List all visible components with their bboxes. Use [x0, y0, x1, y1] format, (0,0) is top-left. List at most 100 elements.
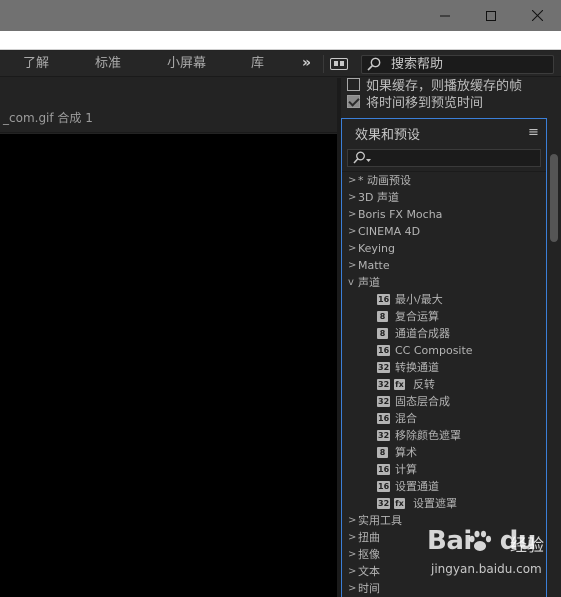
chevron-right-icon[interactable]: >	[348, 529, 356, 546]
effects-scrollbar-thumb[interactable]	[550, 154, 558, 242]
bit-depth-badge: 16	[377, 413, 391, 424]
tree-item-animation-presets[interactable]: > * 动画预设	[342, 172, 546, 189]
effect-item-label: 设置遮罩	[413, 497, 457, 510]
workspace-tab-standard[interactable]: 标准	[95, 51, 121, 77]
bit-depth-badge: 32	[377, 396, 391, 407]
tree-item-label: Keying	[358, 242, 395, 255]
tree-item-cinema-4d[interactable]: > CINEMA 4D	[342, 223, 546, 240]
bit-depth-badge: 16	[377, 294, 391, 305]
chevron-right-icon[interactable]: >	[348, 223, 356, 240]
chevron-right-icon[interactable]: >	[348, 546, 356, 563]
move-time-checkbox[interactable]	[347, 95, 360, 108]
chevron-right-icon[interactable]: >	[348, 563, 356, 580]
bit-depth-badge: 32	[377, 362, 391, 373]
hamburger-menu-icon[interactable]: ≡	[528, 125, 539, 140]
tree-item-channel[interactable]: v 声道	[342, 274, 546, 291]
minimize-button[interactable]	[422, 0, 468, 31]
tree-item-3d-channel[interactable]: >3D 声道	[342, 189, 546, 206]
effect-item-label: 复合运算	[395, 310, 439, 323]
composition-viewer[interactable]	[0, 134, 337, 597]
tree-item-boris-fx-mocha[interactable]: > Boris FX Mocha	[342, 206, 546, 223]
composition-tab[interactable]: _com.gif 合成 1	[3, 109, 93, 126]
workspace-bar: 了解 标准 小屏幕 库 » 搜索帮助	[0, 51, 561, 77]
bit-depth-badge: 32	[377, 430, 391, 441]
bit-depth-badge: 8	[377, 311, 388, 322]
tree-item-label: 文本	[358, 565, 380, 578]
effect-item-calculations[interactable]: 16 计算	[342, 461, 546, 478]
tree-item-label: 扭曲	[358, 531, 380, 544]
effect-fx-badge: fx	[394, 379, 405, 390]
baidu-paw-icon	[469, 530, 492, 551]
effect-item-label: 通道合成器	[395, 327, 450, 340]
effect-item-label: 转换通道	[395, 361, 439, 374]
bit-depth-badge: 16	[377, 464, 391, 475]
effect-item-invert[interactable]: 32 fx 反转	[342, 376, 546, 393]
tree-item-label: 抠像	[358, 548, 380, 561]
tree-item-label: 声道	[358, 276, 380, 289]
effect-item-shift-channels[interactable]: 32 转换通道	[342, 359, 546, 376]
effect-item-remove-color-matting[interactable]: 32 移除颜色遮罩	[342, 427, 546, 444]
effect-item-label: 反转	[413, 378, 435, 391]
effect-item-min-max[interactable]: 16 最小/最大	[342, 291, 546, 308]
bit-depth-badge: 16	[377, 481, 391, 492]
composition-panel-header: _com.gif 合成 1	[0, 78, 337, 133]
workspace-layout-icon[interactable]	[330, 58, 348, 70]
tree-item-label: * 动画预设	[358, 174, 411, 187]
effect-item-label: CC Composite	[395, 344, 473, 357]
baidu-jingyan-watermark: Bai du 经验 jingyan.baidu.com	[427, 526, 559, 584]
tree-item-matte[interactable]: > Matte	[342, 257, 546, 274]
effect-item-blend[interactable]: 16 混合	[342, 410, 546, 427]
bit-depth-badge: 32	[377, 379, 391, 390]
bit-depth-badge: 32	[377, 498, 391, 509]
bit-depth-badge: 16	[377, 345, 391, 356]
chevron-right-icon[interactable]: >	[348, 189, 356, 206]
effect-item-channel-combiner[interactable]: 8 通道合成器	[342, 325, 546, 342]
watermark-service: 经验	[510, 536, 544, 556]
effect-fx-badge: fx	[394, 498, 405, 509]
chevron-right-icon[interactable]: >	[348, 512, 356, 529]
effect-item-label: 计算	[395, 463, 417, 476]
search-dropdown-icon[interactable]	[353, 151, 373, 165]
more-workspaces-button[interactable]: »	[302, 51, 311, 77]
chevron-right-icon[interactable]: >	[348, 206, 356, 223]
effect-item-label: 设置通道	[395, 480, 439, 493]
tree-item-label: Matte	[358, 259, 390, 272]
search-icon	[367, 57, 381, 71]
tree-item-label: Boris FX Mocha	[358, 208, 443, 221]
chevron-down-icon[interactable]: v	[348, 274, 354, 291]
bit-depth-badge: 8	[377, 447, 388, 458]
effect-item-label: 算术	[395, 446, 417, 459]
cache-playback-checkbox[interactable]	[347, 78, 360, 91]
tree-item-label: 实用工具	[358, 514, 402, 527]
effect-item-cc-composite[interactable]: 16 CC Composite	[342, 342, 546, 359]
watermark-brand-part: Bai	[427, 526, 472, 556]
effect-item-label: 混合	[395, 412, 417, 425]
close-button[interactable]	[514, 0, 560, 31]
chevron-right-icon[interactable]: >	[348, 172, 356, 189]
chevron-right-icon[interactable]: >	[348, 240, 356, 257]
close-icon	[531, 10, 543, 21]
effect-item-compound-arithmetic[interactable]: 8 复合运算	[342, 308, 546, 325]
chevron-right-icon[interactable]: >	[348, 257, 356, 274]
tree-item-keying[interactable]: > Keying	[342, 240, 546, 257]
workspace-tab-libraries[interactable]: 库	[251, 51, 264, 77]
workspace-tab-small-screen[interactable]: 小屏幕	[167, 51, 206, 77]
effect-item-arithmetic[interactable]: 8 算术	[342, 444, 546, 461]
effect-item-set-matte[interactable]: 32 fx 设置遮罩	[342, 495, 546, 512]
effect-item-label: 固态层合成	[395, 395, 450, 408]
tree-item-label: CINEMA 4D	[358, 225, 421, 238]
effects-search-input[interactable]	[347, 149, 541, 167]
workspace-tab-learn[interactable]: 了解	[23, 51, 49, 77]
effect-item-label: 最小/最大	[395, 293, 443, 306]
cache-playback-option[interactable]: 如果缓存，则播放缓存的帧	[347, 76, 522, 94]
chevron-right-icon[interactable]: >	[348, 580, 356, 597]
move-time-option[interactable]: 将时间移到预览时间	[347, 93, 483, 111]
effect-item-set-channels[interactable]: 16 设置通道	[342, 478, 546, 495]
effect-item-solid-composite[interactable]: 32 固态层合成	[342, 393, 546, 410]
maximize-button[interactable]	[468, 0, 514, 31]
tree-item-label: 3D 声道	[358, 191, 399, 204]
effect-item-label: 移除颜色遮罩	[395, 429, 461, 442]
help-search-box[interactable]: 搜索帮助	[361, 55, 554, 74]
watermark-url: jingyan.baidu.com	[431, 562, 542, 576]
maximize-icon	[486, 10, 496, 21]
